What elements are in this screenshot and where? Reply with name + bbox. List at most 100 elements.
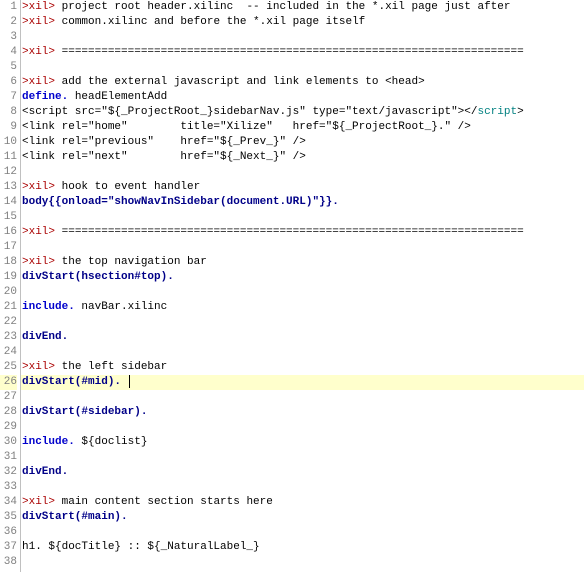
line-number: 13	[0, 180, 17, 195]
code-line[interactable]: divStart(hsection#top).	[21, 270, 584, 285]
code-line[interactable]	[21, 555, 584, 570]
code-token: <link rel="home" title="Xilize" href="${…	[22, 121, 471, 133]
code-line[interactable]: >xil> add the external javascript and li…	[21, 75, 584, 90]
code-area[interactable]: >xil> project root header.xilinc -- incl…	[21, 0, 584, 572]
line-number: 2	[0, 15, 17, 30]
code-line[interactable]	[21, 525, 584, 540]
line-number: 38	[0, 555, 17, 570]
code-line[interactable]: divStart(#sidebar).	[21, 405, 584, 420]
code-token: divStart(#main).	[22, 511, 128, 523]
code-line[interactable]: >xil> ==================================…	[21, 45, 584, 60]
line-number: 7	[0, 90, 17, 105]
line-number: 31	[0, 450, 17, 465]
line-number: 18	[0, 255, 17, 270]
code-token: headElementAdd	[68, 91, 167, 103]
code-line[interactable]: body{{onload="showNavInSidebar(document.…	[21, 195, 584, 210]
code-token: >xil>	[22, 361, 55, 373]
line-number: 29	[0, 420, 17, 435]
text-caret	[129, 375, 130, 388]
code-token: ========================================…	[55, 226, 524, 238]
code-line[interactable]: >xil> the top navigation bar	[21, 255, 584, 270]
code-line[interactable]	[21, 210, 584, 225]
code-line[interactable]: <link rel="next" href="${_Next_}" />	[21, 150, 584, 165]
code-token: main content section starts here	[55, 496, 273, 508]
code-line[interactable]	[21, 390, 584, 405]
line-number: 16	[0, 225, 17, 240]
code-line[interactable]: divEnd.	[21, 330, 584, 345]
code-line[interactable]	[21, 345, 584, 360]
code-line[interactable]	[21, 420, 584, 435]
code-line[interactable]: divEnd.	[21, 465, 584, 480]
code-token: ${doclist}	[75, 436, 148, 448]
line-number: 30	[0, 435, 17, 450]
code-line[interactable]	[21, 30, 584, 45]
code-line[interactable]: divStart(#main).	[21, 510, 584, 525]
code-line[interactable]: >xil> hook to event handler	[21, 180, 584, 195]
code-token: include.	[22, 301, 75, 313]
line-number: 4	[0, 45, 17, 60]
code-token: >xil>	[22, 76, 55, 88]
code-line[interactable]: h1. ${docTitle} :: ${_NaturalLabel_}	[21, 540, 584, 555]
code-line[interactable]	[21, 60, 584, 75]
code-line[interactable]: >xil> the left sidebar	[21, 360, 584, 375]
code-line[interactable]	[21, 285, 584, 300]
code-token: <link rel="next" href="${_Next_}" />	[22, 151, 306, 163]
code-token: >xil>	[22, 496, 55, 508]
code-line[interactable]	[21, 450, 584, 465]
line-number: 6	[0, 75, 17, 90]
line-number: 34	[0, 495, 17, 510]
code-token: divEnd.	[22, 331, 68, 343]
code-token: navBar.xilinc	[75, 301, 167, 313]
code-token: >xil>	[22, 1, 55, 13]
code-line[interactable]: <script src="${_ProjectRoot_}sidebarNav.…	[21, 105, 584, 120]
line-number: 5	[0, 60, 17, 75]
code-line[interactable]: >xil> project root header.xilinc -- incl…	[21, 0, 584, 15]
code-line[interactable]: >xil> main content section starts here	[21, 495, 584, 510]
code-line[interactable]: define. headElementAdd	[21, 90, 584, 105]
line-number: 27	[0, 390, 17, 405]
code-token: include.	[22, 436, 75, 448]
code-token: >xil>	[22, 46, 55, 58]
line-number: 21	[0, 300, 17, 315]
code-editor[interactable]: 1234567891011121314151617181920212223242…	[0, 0, 584, 572]
code-line[interactable]: divStart(#mid).	[21, 375, 584, 390]
line-number: 37	[0, 540, 17, 555]
line-number: 14	[0, 195, 17, 210]
code-line[interactable]	[21, 315, 584, 330]
code-line[interactable]	[21, 165, 584, 180]
code-token: body{{onload="showNavInSidebar(document.…	[22, 196, 339, 208]
code-token: project root header.xilinc -- included i…	[55, 1, 510, 13]
code-token: the left sidebar	[55, 361, 167, 373]
code-token: divStart(hsection#top).	[22, 271, 174, 283]
code-token: divStart(#sidebar).	[22, 406, 147, 418]
code-token: >xil>	[22, 256, 55, 268]
line-number: 23	[0, 330, 17, 345]
line-number: 35	[0, 510, 17, 525]
code-line[interactable]: include. navBar.xilinc	[21, 300, 584, 315]
line-number: 3	[0, 30, 17, 45]
line-number: 12	[0, 165, 17, 180]
code-line[interactable]	[21, 240, 584, 255]
code-token: >xil>	[22, 226, 55, 238]
code-token: add the external javascript and link ele…	[55, 76, 425, 88]
code-token	[121, 376, 128, 388]
code-token: divStart(#mid).	[22, 376, 121, 388]
code-token: the top navigation bar	[55, 256, 207, 268]
code-token: ========================================…	[55, 46, 524, 58]
code-line[interactable]: >xil> ==================================…	[21, 225, 584, 240]
code-token: divEnd.	[22, 466, 68, 478]
code-line[interactable]: <link rel="previous" href="${_Prev_}" />	[21, 135, 584, 150]
code-token: >xil>	[22, 181, 55, 193]
line-number: 33	[0, 480, 17, 495]
code-token: hook to event handler	[55, 181, 200, 193]
line-number: 9	[0, 120, 17, 135]
code-line[interactable]	[21, 480, 584, 495]
code-token: >	[517, 106, 524, 118]
code-line[interactable]: include. ${doclist}	[21, 435, 584, 450]
code-token: <script src="${_ProjectRoot_}sidebarNav.…	[22, 106, 477, 118]
code-line[interactable]: >xil> common.xilinc and before the *.xil…	[21, 15, 584, 30]
line-number: 15	[0, 210, 17, 225]
line-number: 22	[0, 315, 17, 330]
code-line[interactable]: <link rel="home" title="Xilize" href="${…	[21, 120, 584, 135]
code-token: h1. ${docTitle} :: ${_NaturalLabel_}	[22, 541, 260, 553]
